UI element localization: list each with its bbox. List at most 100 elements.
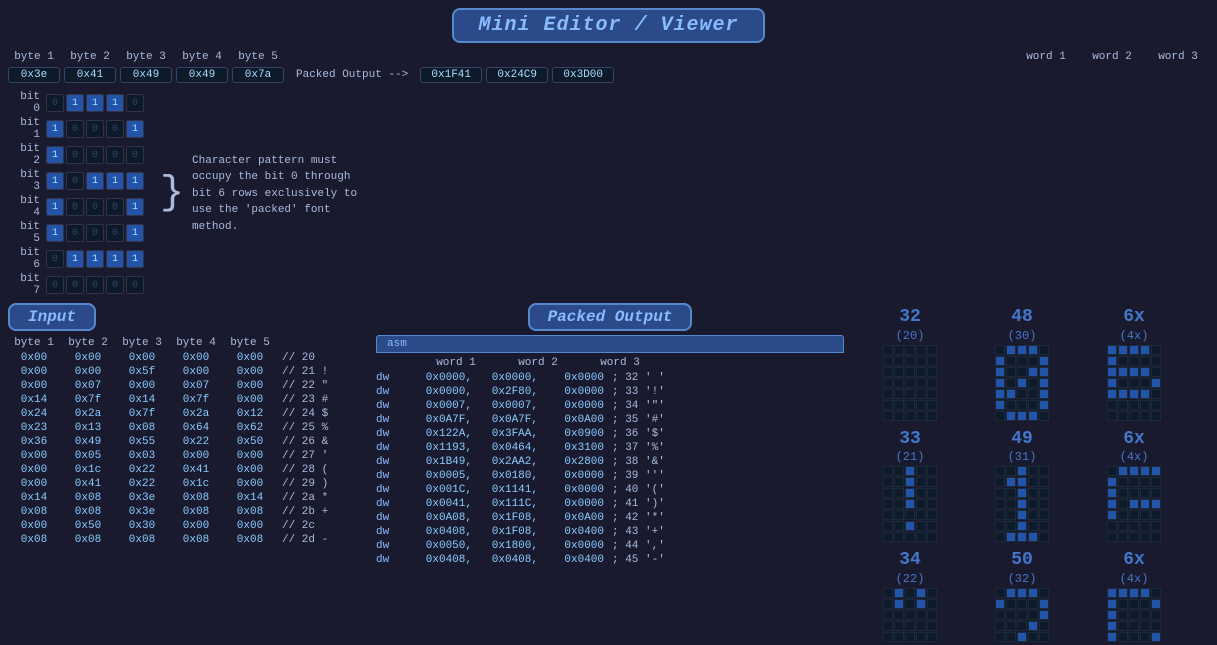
- input-cell-1-0: 0x00: [8, 366, 60, 378]
- bm-cell-5-0: [1107, 521, 1117, 531]
- bm-cell-6-1: [1118, 411, 1128, 421]
- char-bitmap-0-0: [883, 345, 937, 421]
- bm-cell-4-1: [1006, 389, 1016, 399]
- bm-cell-2-2: [905, 488, 915, 498]
- bm-cell-5-3: [1140, 521, 1150, 531]
- pr-kw-2: dw: [376, 400, 406, 412]
- asm-tab[interactable]: asm: [376, 335, 844, 353]
- bm-cell-0-1: [1118, 466, 1128, 476]
- bm-cell-1-4: [927, 356, 937, 366]
- bm-cell-4-4: [1151, 632, 1161, 642]
- bm-cell-3-2: [1129, 499, 1139, 509]
- bm-cell-6-2: [905, 411, 915, 421]
- bit-cell-4-4: 1: [126, 198, 144, 216]
- char-code-1-0: (30): [1008, 329, 1037, 343]
- bm-cell-0-0: [995, 588, 1005, 598]
- bm-cell-4-3: [916, 389, 926, 399]
- bm-cell-4-0: [1107, 510, 1117, 520]
- bm-cell-4-2: [1017, 389, 1027, 399]
- packed-row-9: dw 0x0041, 0x111C, 0x0000 ; 41 ')': [376, 497, 844, 511]
- bm-cell-3-4: [1039, 378, 1049, 388]
- bm-cell-4-4: [1039, 510, 1049, 520]
- input-row-11: 0x080x080x3e0x080x08// 2b +: [8, 505, 368, 519]
- bm-cell-0-0: [995, 345, 1005, 355]
- bm-cell-0-2: [1017, 345, 1027, 355]
- bm-cell-4-4: [1151, 389, 1161, 399]
- bm-cell-1-0: [883, 356, 893, 366]
- bm-cell-0-0: [1107, 466, 1117, 476]
- bm-cell-5-0: [883, 400, 893, 410]
- bm-cell-6-0: [883, 532, 893, 542]
- input-cell-13-1: 0x08: [62, 534, 114, 546]
- bm-cell-4-1: [894, 632, 904, 642]
- byte-hdr-1: byte 1: [8, 51, 60, 63]
- bm-cell-3-3: [1140, 378, 1150, 388]
- input-row-12: 0x000x500x300x000x00// 2c: [8, 519, 368, 533]
- bit-row-6: bit 601111: [8, 247, 144, 271]
- bm-cell-4-3: [916, 632, 926, 642]
- bm-cell-6-1: [1006, 411, 1016, 421]
- bm-cell-4-1: [1118, 632, 1128, 642]
- bm-cell-3-1: [1118, 621, 1128, 631]
- word-val-1: 0x1F41: [420, 67, 482, 83]
- input-row-2: 0x000x070x000x070x00// 22 ": [8, 379, 368, 393]
- bit-cell-2-1: 0: [66, 146, 84, 164]
- bm-cell-3-2: [905, 499, 915, 509]
- input-cell-11-1: 0x08: [62, 506, 114, 518]
- bm-cell-5-2: [1129, 521, 1139, 531]
- input-comment-5: // 25 %: [278, 422, 328, 434]
- bm-cell-0-1: [1006, 466, 1016, 476]
- pr-v1-1: 0x0000,: [408, 386, 472, 398]
- char-bitmap-2-0: [1107, 345, 1161, 421]
- bm-cell-2-4: [927, 367, 937, 377]
- input-cell-2-0: 0x00: [8, 380, 60, 392]
- bit-cell-1-4: 1: [126, 120, 144, 138]
- bm-cell-1-0: [1107, 477, 1117, 487]
- bm-cell-3-4: [1151, 499, 1161, 509]
- pr-kw-7: dw: [376, 470, 406, 482]
- packed-row-12: dw 0x0050, 0x1800, 0x0000 ; 44 ',': [376, 539, 844, 553]
- bm-cell-2-4: [1151, 488, 1161, 498]
- bm-cell-2-1: [894, 367, 904, 377]
- char-code-2-1: (4x): [1120, 450, 1149, 464]
- bm-cell-6-4: [1039, 411, 1049, 421]
- bm-cell-1-2: [905, 599, 915, 609]
- pr-kw-9: dw: [376, 498, 406, 510]
- bm-cell-5-2: [905, 521, 915, 531]
- input-cell-9-1: 0x41: [62, 478, 114, 490]
- pr-comment-7: ; 39 ''': [612, 470, 665, 482]
- bm-cell-6-0: [995, 532, 1005, 542]
- pr-v1-10: 0x0A08,: [408, 512, 472, 524]
- bm-cell-0-3: [1140, 345, 1150, 355]
- pr-v3-8: 0x0000: [540, 484, 604, 496]
- bm-cell-1-1: [894, 477, 904, 487]
- input-panel: Input byte 1 byte 2 byte 3 byte 4 byte 5…: [8, 303, 368, 643]
- bm-cell-0-0: [883, 466, 893, 476]
- bm-cell-2-1: [1006, 488, 1016, 498]
- bit-cell-0-0: 0: [46, 94, 64, 112]
- bm-cell-2-1: [1118, 367, 1128, 377]
- bm-cell-0-0: [995, 466, 1005, 476]
- bm-cell-1-4: [1151, 477, 1161, 487]
- input-cell-1-2: 0x5f: [116, 366, 168, 378]
- bit-row-5: bit 510001: [8, 221, 144, 245]
- bm-cell-0-2: [1129, 345, 1139, 355]
- bm-cell-0-1: [1118, 345, 1128, 355]
- bm-cell-6-0: [1107, 411, 1117, 421]
- input-cell-2-4: 0x00: [224, 380, 276, 392]
- pr-kw-13: dw: [376, 554, 406, 566]
- char-entry-0-0: 32(20): [856, 307, 964, 421]
- input-row-8: 0x000x1c0x220x410x00// 28 (: [8, 463, 368, 477]
- input-row-3: 0x140x7f0x140x7f0x00// 23 #: [8, 393, 368, 407]
- char-bitmap-0-2: [883, 588, 937, 643]
- bm-cell-6-3: [1140, 532, 1150, 542]
- bm-cell-0-2: [1129, 466, 1139, 476]
- char-bitmap-2-1: [1107, 466, 1161, 542]
- input-cell-10-4: 0x14: [224, 492, 276, 504]
- bm-cell-0-3: [1028, 588, 1038, 598]
- bm-cell-4-4: [927, 632, 937, 642]
- bm-cell-3-1: [894, 378, 904, 388]
- bm-cell-2-4: [1039, 488, 1049, 498]
- char-code-1-1: (31): [1008, 450, 1037, 464]
- bit-cell-7-4: 0: [126, 276, 144, 294]
